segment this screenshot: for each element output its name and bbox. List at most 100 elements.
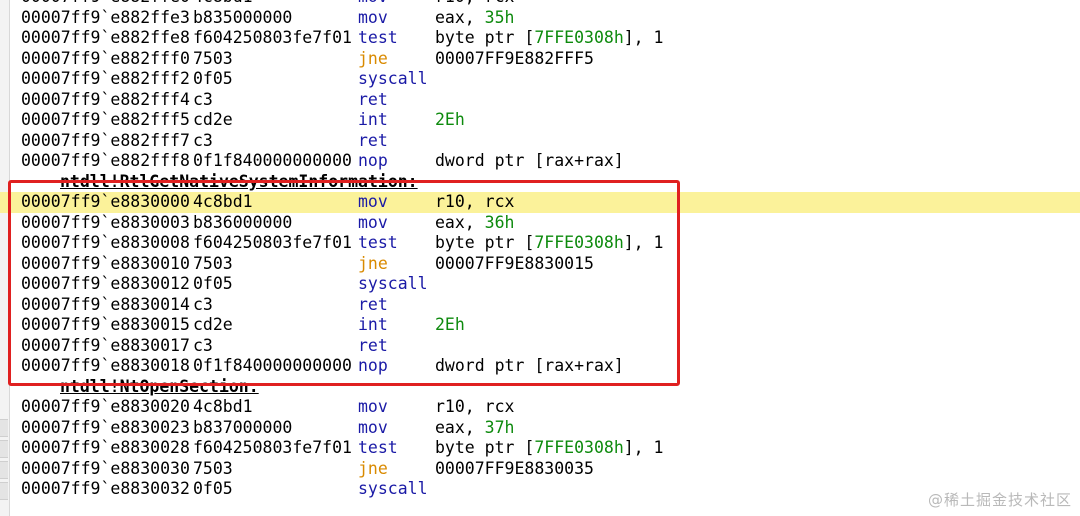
instruction-row[interactable]: 00007ff9`e8830015 cd2e int 2Eh <box>0 315 1080 336</box>
operand-text: byte ptr [ <box>435 438 535 457</box>
operand-text: eax, <box>435 212 485 232</box>
mnemonic: syscall <box>358 69 428 88</box>
mnemonic: mov <box>358 0 388 8</box>
mnemonic: ret <box>358 89 388 109</box>
operand-text: ], 1 <box>623 28 664 47</box>
opcode-bytes: 4c8bd1 <box>193 192 253 211</box>
instruction-row[interactable]: 00007ff9`e8830032 0f05 syscall <box>0 479 1080 500</box>
symbol-label[interactable]: ntdll!NtOpenSection: <box>60 377 259 398</box>
instruction-row[interactable]: 00007ff9`e882fff7 c3 ret <box>0 131 1080 152</box>
mnemonic: ret <box>358 130 388 150</box>
instruction-address: 00007ff9`e882fff7 <box>21 130 190 150</box>
opcode-bytes: 7503 <box>193 253 233 273</box>
instruction-address: 00007ff9`e882fff0 <box>21 48 190 68</box>
mnemonic: ret <box>358 335 388 355</box>
instruction-address: 00007ff9`e8830010 <box>21 253 190 273</box>
instruction-address: 00007ff9`e882ffe0 <box>21 0 190 8</box>
instruction-address: 00007ff9`e882fff8 <box>21 151 190 170</box>
opcode-bytes: c3 <box>193 294 213 314</box>
instruction-row[interactable]: 00007ff9`e8830030 7503 jne 00007FF9E8830035 <box>0 459 1080 480</box>
opcode-bytes: 0f05 <box>193 479 233 498</box>
instruction-address: 00007ff9`e8830000 <box>21 192 190 211</box>
disassembly-listing[interactable]: 00007ff9`e882ffe04c8bd1movr10, rcx00007f… <box>0 0 1080 500</box>
instruction-row[interactable]: 00007ff9`e8830012 0f05 syscall <box>0 274 1080 295</box>
instruction-address: 00007ff9`e882fff2 <box>21 69 190 88</box>
instruction-address: 00007ff9`e882ffe3 <box>21 7 190 27</box>
operand-text: ], 1 <box>623 438 664 457</box>
operands: eax, 35h <box>435 8 514 29</box>
instruction-row[interactable]: 00007ff9`e882fff8 0f1f840000000000 nop dwor… <box>0 151 1080 172</box>
instruction-row[interactable]: 00007ff9`e8830014 c3 ret <box>0 295 1080 316</box>
numeric-operand: 7FFE0308h <box>534 233 624 252</box>
opcode-bytes: b835000000 <box>193 7 293 27</box>
instruction-address: 00007ff9`e8830012 <box>21 274 190 293</box>
operands: 00007FF9E8830015 <box>435 254 594 275</box>
operands: 00007FF9E882FFF5 <box>435 49 594 70</box>
operand-text: r10, rcx <box>435 192 515 211</box>
mnemonic: mov <box>358 417 388 437</box>
mnemonic: mov <box>358 212 388 232</box>
current-instruction-row[interactable]: 00007ff9`e8830000 4c8bd1 mov r10, rcx <box>0 192 1080 213</box>
instruction-address: 00007ff9`e882fff4 <box>21 89 190 109</box>
numeric-operand: 2Eh <box>435 315 465 334</box>
instruction-row[interactable]: 00007ff9`e882fff4 c3 ret <box>0 90 1080 111</box>
operands: byte ptr [7FFE0308h], 1 <box>435 438 664 459</box>
opcode-bytes: cd2e <box>193 315 233 334</box>
instruction-address: 00007ff9`e882fff5 <box>21 110 190 129</box>
operands: byte ptr [7FFE0308h], 1 <box>435 28 664 49</box>
instruction-row[interactable]: 00007ff9`e8830020 4c8bd1 mov r10, rcx <box>0 397 1080 418</box>
mnemonic: jne <box>358 458 388 478</box>
opcode-bytes: b836000000 <box>193 212 293 232</box>
opcode-bytes: f604250803fe7f01 <box>193 28 352 47</box>
opcode-bytes: 4c8bd1 <box>193 0 253 8</box>
numeric-operand: 7FFE0308h <box>534 28 624 47</box>
instruction-address: 00007ff9`e8830008 <box>21 233 190 252</box>
instruction-address: 00007ff9`e8830014 <box>21 294 190 314</box>
instruction-row[interactable]: 00007ff9`e882fff5 cd2e int 2Eh <box>0 110 1080 131</box>
numeric-operand: 36h <box>484 212 515 232</box>
operand-text: byte ptr [ <box>435 233 535 252</box>
instruction-row[interactable]: 00007ff9`e8830008 f604250803fe7f01 test byt… <box>0 233 1080 254</box>
instruction-address: 00007ff9`e8830003 <box>21 212 190 232</box>
instruction-row[interactable]: 00007ff9`e882ffe04c8bd1 mov r10, rcx <box>0 0 1080 8</box>
instruction-address: 00007ff9`e8830017 <box>21 335 190 355</box>
instruction-address: 00007ff9`e882ffe8 <box>21 28 190 47</box>
instruction-row[interactable]: 00007ff9`e8830028 f604250803fe7f01 test byt… <box>0 438 1080 459</box>
symbol-label[interactable]: ntdll!RtlGetNativeSystemInformation: <box>60 172 418 193</box>
instruction-row[interactable]: 00007ff9`e8830023 b837000000 mov eax, 37h <box>0 418 1080 439</box>
instruction-row[interactable]: 00007ff9`e8830010 7503 jne 00007FF9E8830015 <box>0 254 1080 275</box>
instruction-address: 00007ff9`e8830015 <box>21 315 190 334</box>
opcode-bytes: f604250803fe7f01 <box>193 438 352 457</box>
mnemonic: syscall <box>358 274 428 293</box>
mnemonic: int <box>358 315 388 334</box>
symbol-label-row[interactable]: ntdll!NtOpenSection: <box>0 377 1080 398</box>
symbol-label-row[interactable]: ntdll!RtlGetNativeSystemInformation: <box>0 172 1080 193</box>
watermark: @稀土掘金技术社区 <box>927 491 1072 509</box>
operands: r10, rcx <box>435 192 514 213</box>
instruction-row[interactable]: 00007ff9`e882fff0 7503 jne 00007FF9E882FFF5 <box>0 49 1080 70</box>
instruction-row[interactable]: 00007ff9`e8830018 0f1f840000000000 nop dwor… <box>0 356 1080 377</box>
instruction-row[interactable]: 00007ff9`e882fff2 0f05 syscall <box>0 69 1080 90</box>
operand-text: 00007FF9E882FFF5 <box>435 48 594 68</box>
operand-text: byte ptr [ <box>435 28 535 47</box>
operand-text: eax, <box>435 7 485 27</box>
opcode-bytes: c3 <box>193 89 213 109</box>
opcode-bytes: c3 <box>193 335 213 355</box>
opcode-bytes: 7503 <box>193 458 233 478</box>
operands: r10, rcx <box>435 0 514 8</box>
opcode-bytes: 0f05 <box>193 69 233 88</box>
instruction-row[interactable]: 00007ff9`e882ffe8 f604250803fe7f01 test byt… <box>0 28 1080 49</box>
opcode-bytes: 0f05 <box>193 274 233 293</box>
mnemonic: syscall <box>358 479 428 498</box>
mnemonic: jne <box>358 253 388 273</box>
mnemonic: mov <box>358 397 388 416</box>
numeric-operand: 37h <box>484 417 515 437</box>
instruction-address: 00007ff9`e8830032 <box>21 479 190 498</box>
opcode-bytes: 7503 <box>193 48 233 68</box>
mnemonic: nop <box>358 151 388 170</box>
instruction-row[interactable]: 00007ff9`e882ffe3 b835000000 mov eax, 35h <box>0 8 1080 29</box>
instruction-row[interactable]: 00007ff9`e8830017 c3 ret <box>0 336 1080 357</box>
instruction-address: 00007ff9`e8830030 <box>21 458 190 478</box>
operand-text: 00007FF9E8830015 <box>435 253 594 273</box>
instruction-row[interactable]: 00007ff9`e8830003 b836000000 mov eax, 36h <box>0 213 1080 234</box>
